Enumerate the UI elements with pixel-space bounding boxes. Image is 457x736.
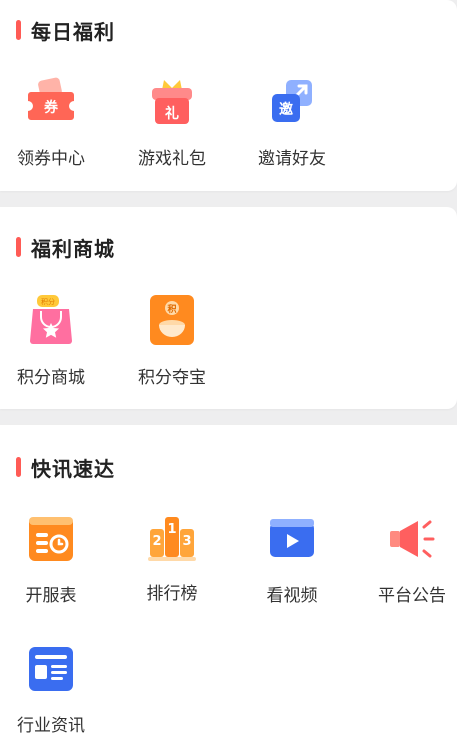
invite-friends-label: 邀请好友 — [258, 149, 326, 169]
svg-text:3: 3 — [182, 534, 191, 549]
daily-benefits-card: 每日福利 券 领券中心 礼 游戏礼包 邀 邀请好友 — [0, 0, 457, 191]
points-mall-label: 积分商城 — [17, 368, 85, 388]
svg-text:邀: 邀 — [279, 101, 293, 118]
watch-video-label: 看视频 — [266, 586, 318, 606]
section-accent-bar — [16, 20, 21, 40]
section-title-quick-news: 快讯速达 — [16, 453, 115, 481]
coupon-icon: 券 — [25, 76, 77, 128]
quick-news-card: 快讯速达 开服表 2 1 3 排行榜 看视频 平台公告 行业资讯 — [0, 425, 457, 736]
megaphone-icon — [386, 513, 438, 565]
game-gift-label: 游戏礼包 — [138, 149, 206, 169]
section-title-daily-benefits: 每日福利 — [16, 16, 115, 44]
server-schedule-button[interactable]: 开服表 — [0, 513, 111, 606]
shopping-bag-icon: 积分 — [25, 295, 77, 347]
svg-text:券: 券 — [44, 99, 59, 116]
points-treasure-button[interactable]: 积 积分夺宝 — [112, 295, 232, 388]
coupon-center-button[interactable]: 券 领券中心 — [0, 76, 111, 169]
watch-video-button[interactable]: 看视频 — [232, 513, 352, 606]
news-icon — [25, 643, 77, 695]
invite-friends-button[interactable]: 邀 邀请好友 — [232, 76, 352, 169]
welfare-mall-card: 福利商城 积分 积分商城 积 积分夺宝 — [0, 207, 457, 409]
industry-news-button[interactable]: 行业资讯 — [0, 643, 111, 736]
svg-text:积: 积 — [167, 303, 176, 315]
points-treasure-label: 积分夺宝 — [138, 368, 206, 388]
section-accent-bar — [16, 237, 21, 257]
svg-text:1: 1 — [167, 522, 176, 537]
video-icon — [266, 513, 318, 565]
leaderboard-label: 排行榜 — [146, 584, 198, 604]
leaderboard-button[interactable]: 2 1 3 排行榜 — [112, 511, 232, 604]
industry-news-label: 行业资讯 — [17, 716, 85, 736]
platform-notice-button[interactable]: 平台公告 — [352, 513, 457, 606]
treasure-icon: 积 — [146, 295, 198, 347]
gift-box-icon: 礼 — [146, 76, 198, 128]
leaderboard-icon: 2 1 3 — [146, 511, 198, 563]
platform-notice-label: 平台公告 — [378, 586, 446, 606]
coupon-center-label: 领券中心 — [17, 149, 85, 169]
svg-text:礼: 礼 — [165, 105, 179, 122]
section-title-welfare-mall: 福利商城 — [16, 233, 115, 261]
points-mall-button[interactable]: 积分 积分商城 — [0, 295, 111, 388]
section-accent-bar — [16, 457, 21, 477]
invite-icon: 邀 — [266, 76, 318, 128]
game-gift-button[interactable]: 礼 游戏礼包 — [112, 76, 232, 169]
server-schedule-icon — [25, 513, 77, 565]
svg-text:积分: 积分 — [41, 297, 55, 306]
server-schedule-label: 开服表 — [25, 586, 77, 606]
svg-text:2: 2 — [152, 534, 161, 549]
